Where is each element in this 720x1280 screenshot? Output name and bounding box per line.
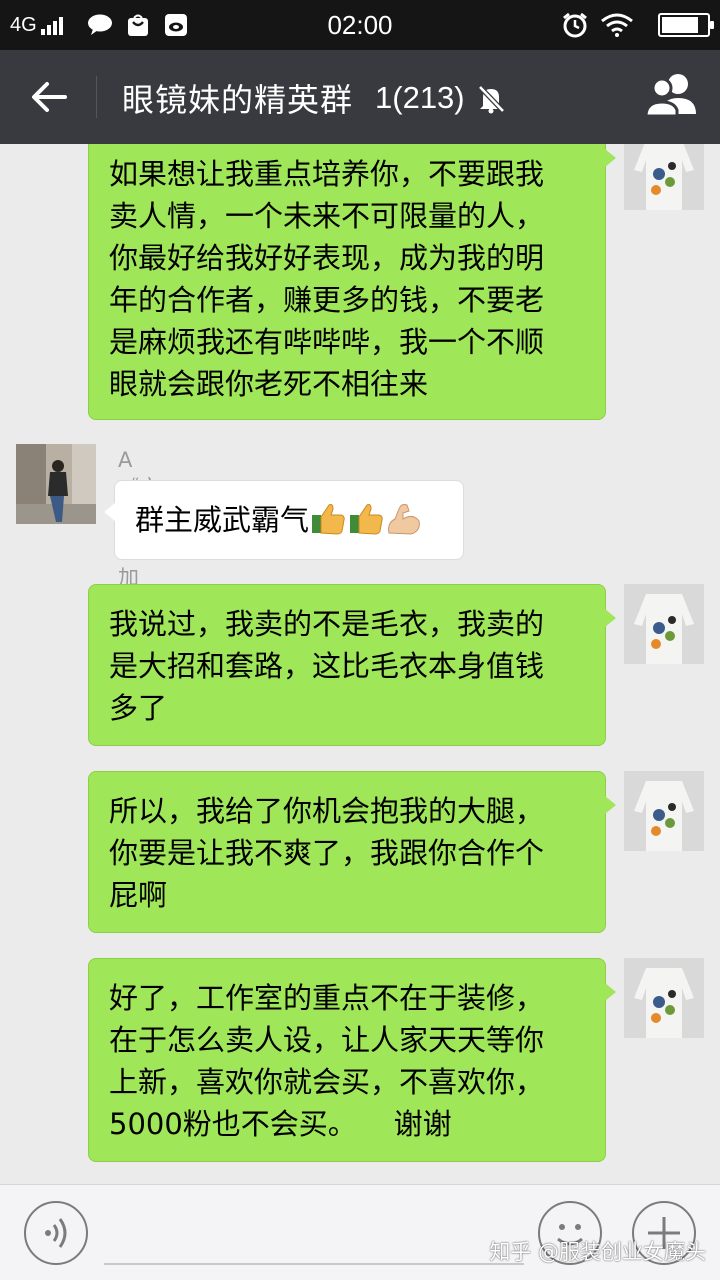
dress-photo-avatar	[624, 958, 704, 1038]
mute-bell-icon	[477, 85, 505, 114]
message-line: 所以，我给了你机会抱我的大腿，	[109, 794, 545, 828]
dress-photo-avatar	[624, 771, 704, 851]
message-bubble[interactable]: 我说过，我卖的不是毛衣，我卖的 是大招和套路，这比毛衣本身值钱 多了	[88, 584, 616, 746]
back-arrow-icon	[32, 82, 67, 112]
message-bubble[interactable]: 群主威武霸气	[104, 480, 464, 560]
back-button[interactable]	[26, 74, 72, 120]
message-line: 眼就会跟你老死不相往来	[109, 367, 429, 401]
message-line: 年的合作者，赚更多的钱，不要老	[109, 283, 545, 317]
street-photo-avatar	[16, 444, 96, 524]
message-bubble[interactable]: 所以，我给了你机会抱我的大腿， 你要是让我不爽了，我跟你合作个 屁啊	[88, 771, 616, 933]
group-name: 眼镜妹的精英群	[122, 81, 354, 119]
message-text: 群主威武霸气	[135, 503, 310, 537]
chat-area[interactable]: 如果想让我重点培养你，不要跟我 卖人情，一个未来不可限量的人， 你最好给我好好表…	[0, 144, 720, 1184]
my-avatar[interactable]	[624, 958, 704, 1038]
dress-photo-avatar	[624, 144, 704, 210]
message-line: 你最好给我好好表现，成为我的明	[109, 241, 545, 275]
message-line: 屁啊	[109, 878, 168, 912]
message-line: 你要是让我不爽了，我跟你合作个	[109, 836, 545, 870]
group-members-icon	[644, 74, 696, 118]
message-line: 5000粉也不会买。 谢谢	[109, 1107, 452, 1141]
thumbs-up-emoji	[309, 499, 347, 537]
flexed-biceps-emoji	[385, 499, 423, 537]
watermark: 知乎 @服装创业女魔头	[489, 1240, 706, 1264]
my-avatar[interactable]	[624, 144, 704, 210]
message-line: 多了	[109, 691, 168, 725]
message-line: 是大招和套路，这比毛衣本身值钱	[109, 649, 545, 683]
message-bubble[interactable]: 好了，工作室的重点不在于装修， 在于怎么卖人设，让人家天天等你 上新，喜欢你就会…	[88, 958, 616, 1162]
status-right	[562, 12, 714, 38]
message-line: 是麻烦我还有哔哔哔，我一个不顺	[109, 325, 545, 359]
message-line: 上新，喜欢你就会买，不喜欢你，	[109, 1065, 545, 1099]
chat-title[interactable]: 眼镜妹的精英群 1(213)	[122, 76, 507, 120]
wifi-icon	[600, 13, 634, 37]
message-line: 在于怎么卖人设，让人家天天等你	[109, 1023, 545, 1057]
message-line: 好了，工作室的重点不在于装修，	[109, 981, 545, 1015]
my-avatar[interactable]	[624, 584, 704, 664]
group-members-button[interactable]	[644, 70, 700, 122]
message-bubble[interactable]: 如果想让我重点培养你，不要跟我 卖人情，一个未来不可限量的人， 你最好给我好好表…	[88, 144, 616, 420]
battery-icon	[658, 13, 714, 37]
title-bar: 眼镜妹的精英群 1(213)	[0, 50, 720, 144]
message-line: 我说过，我卖的不是毛衣，我卖的	[109, 607, 545, 641]
message-line: 卖人情，一个未来不可限量的人，	[109, 199, 545, 233]
thumbs-up-emoji	[347, 499, 385, 537]
message-input[interactable]	[104, 1263, 524, 1265]
message-line: 如果想让我重点培养你，不要跟我	[109, 157, 545, 191]
my-avatar[interactable]	[624, 771, 704, 851]
voice-button[interactable]	[24, 1201, 88, 1265]
status-bar: 4G 02:00	[0, 0, 720, 50]
sender-avatar[interactable]	[16, 444, 96, 524]
title-divider	[96, 76, 97, 118]
voice-icon	[45, 1218, 67, 1248]
member-count: 1(213)	[375, 80, 465, 115]
alarm-icon	[562, 12, 588, 38]
dress-photo-avatar	[624, 584, 704, 664]
